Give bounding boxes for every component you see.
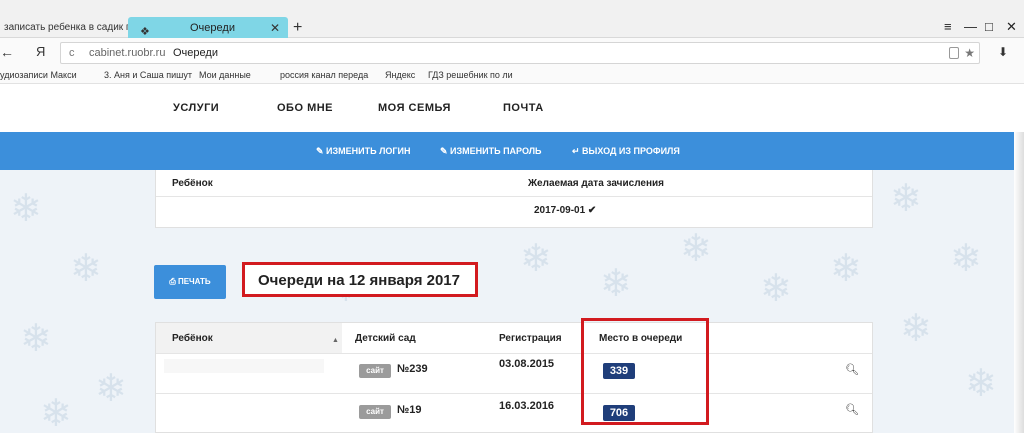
back-button[interactable]: ← <box>0 44 14 60</box>
site-badge[interactable]: сайт <box>359 364 391 378</box>
search-icon[interactable]: 🔍︎ <box>845 363 859 376</box>
kindergarten-header: Детский сад <box>355 333 416 344</box>
window-close-icon[interactable]: ✕ <box>1006 18 1017 36</box>
snowflake-icon: ❄ <box>520 238 552 280</box>
star-icon[interactable]: ★ <box>964 43 975 63</box>
printer-icon: ⎙ <box>169 277 178 286</box>
address-bar: ← Я c cabinet.ruobr.ru Очереди ★ ⬇ <box>0 38 1024 68</box>
desired-date-header: Желаемая дата зачисления <box>528 178 665 189</box>
url-field[interactable]: c cabinet.ruobr.ru Очереди ★ <box>60 42 980 64</box>
child-header-label: Ребёнок <box>172 333 213 344</box>
bookmark-my-data[interactable]: Мои данные <box>199 70 251 80</box>
print-label: ПЕЧАТЬ <box>177 277 211 286</box>
queue-table: Ребёнок ▲ Детский сад Регистрация Место … <box>155 322 873 433</box>
snowflake-icon: ❄ <box>680 228 712 270</box>
change-password-label: ИЗМЕНИТЬ ПАРОЛЬ <box>450 146 542 156</box>
snowflake-icon: ❄ <box>830 248 862 290</box>
registration-header: Регистрация <box>499 333 562 344</box>
child-header: Ребёнок <box>172 178 213 189</box>
snowflake-icon: ❄ <box>760 268 792 310</box>
logout-label: ВЫХОД ИЗ ПРОФИЛЯ <box>582 146 680 156</box>
nav-about-me[interactable]: ОБО МНЕ <box>277 102 333 114</box>
bookmark-gdz[interactable]: ГДЗ решебник по ли <box>428 70 513 80</box>
bookmark-yandex[interactable]: Яндекс <box>385 70 415 80</box>
snowflake-icon: ❄ <box>890 178 922 220</box>
snowflake-icon: ❄ <box>20 318 52 360</box>
lock-icon[interactable] <box>949 47 959 59</box>
child-name-redacted <box>164 359 324 373</box>
pencil-icon: ✎ <box>316 146 327 156</box>
child-column-header[interactable]: Ребёнок ▲ <box>156 323 342 353</box>
print-button[interactable]: ⎙ ПЕЧАТЬ <box>154 265 226 299</box>
snowflake-icon: ❄ <box>70 248 102 290</box>
change-login-label: ИЗМЕНИТЬ ЛОГИН <box>326 146 411 156</box>
kindergarten-number: №239 <box>397 363 428 375</box>
divider <box>156 393 872 394</box>
bookmark-audio[interactable]: удиозаписи Макси <box>0 70 77 80</box>
tab-kindergarten-search[interactable]: записать ребенка в садик п <box>0 18 128 38</box>
maximize-icon[interactable]: □ <box>985 18 993 36</box>
registration-date: 03.08.2015 <box>499 358 555 370</box>
desired-date-value: 2017-09-01 ✔ <box>534 205 597 216</box>
snowflake-icon: ❄ <box>10 188 42 230</box>
tab-title: Очереди <box>190 22 235 34</box>
snowflake-icon: ❄ <box>95 368 127 410</box>
nav-services[interactable]: УСЛУГИ <box>173 102 219 114</box>
sort-up-icon[interactable]: ▲ <box>332 337 339 344</box>
change-login-link[interactable]: ✎ ИЗМЕНИТЬ ЛОГИН <box>316 146 410 157</box>
page-title: Очереди на 12 января 2017 <box>258 272 460 289</box>
window-edge <box>1014 132 1024 433</box>
pencil-icon: ✎ <box>440 146 451 156</box>
bookmark-russia-channel[interactable]: россия канал переда <box>280 70 368 80</box>
snowflake-icon: ❄ <box>965 363 997 405</box>
new-tab-button[interactable]: + <box>293 17 302 39</box>
yandex-button[interactable]: Я <box>36 44 45 59</box>
snowflake-icon: ❄ <box>600 263 632 305</box>
queue-place-highlight <box>581 318 709 425</box>
queue-title-highlight: Очереди на 12 января 2017 <box>242 262 478 297</box>
snowflake-icon: ❄ <box>900 308 932 350</box>
menu-icon[interactable]: ≡ <box>944 18 952 36</box>
divider <box>156 196 872 197</box>
minimize-icon[interactable]: — <box>964 18 977 36</box>
logout-icon: ↵ <box>572 146 583 156</box>
snowflake-icon: ❄ <box>950 238 982 280</box>
main-nav: УСЛУГИ ОБО МНЕ МОЯ СЕМЬЯ ПОЧТА <box>0 84 1024 132</box>
registration-date: 16.03.2016 <box>499 400 555 412</box>
download-icon[interactable]: ⬇ <box>998 45 1008 59</box>
tab-queues[interactable]: ❖ Очереди ✕ <box>128 17 288 39</box>
profile-bar: ✎ ИЗМЕНИТЬ ЛОГИН ✎ ИЗМЕНИТЬ ПАРОЛЬ ↵ ВЫХ… <box>0 132 1024 170</box>
url-page-title: Очереди <box>173 47 218 59</box>
logout-link[interactable]: ↵ ВЫХОД ИЗ ПРОФИЛЯ <box>572 146 680 157</box>
site-badge[interactable]: сайт <box>359 405 391 419</box>
bookmarks-bar: удиозаписи Макси 3. Аня и Саша пишут Мои… <box>0 68 1024 84</box>
kindergarten-number: №19 <box>397 404 422 416</box>
search-icon[interactable]: 🔍︎ <box>845 403 859 416</box>
divider <box>156 353 872 354</box>
enrollment-card: Ребёнок Желаемая дата зачисления 2017-09… <box>155 170 873 228</box>
close-icon[interactable]: ✕ <box>270 17 280 39</box>
url-domain: cabinet.ruobr.ru <box>89 47 166 59</box>
reload-icon[interactable]: c <box>69 43 75 63</box>
browser-tabbar: записать ребенка в садик п ❖ Очереди ✕ +… <box>0 0 1024 39</box>
change-password-link[interactable]: ✎ ИЗМЕНИТЬ ПАРОЛЬ <box>440 146 542 157</box>
nav-mail[interactable]: ПОЧТА <box>503 102 544 114</box>
nav-my-family[interactable]: МОЯ СЕМЬЯ <box>378 102 451 114</box>
snowflake-icon: ❄ <box>40 393 72 433</box>
bookmark-anya-sasha[interactable]: 3. Аня и Саша пишут <box>104 70 192 80</box>
